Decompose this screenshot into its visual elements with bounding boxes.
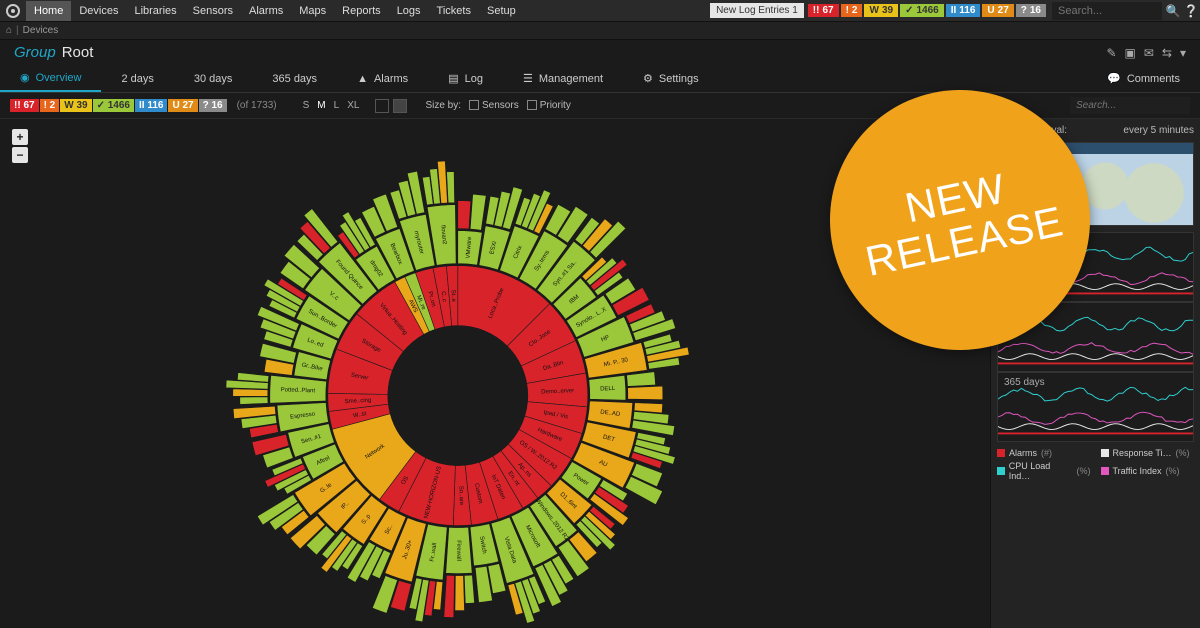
tab-alarms[interactable]: ▲Alarms bbox=[337, 65, 428, 92]
nav-item-sensors[interactable]: Sensors bbox=[185, 1, 241, 21]
tab-overview[interactable]: ◉Overview bbox=[0, 65, 101, 92]
filter-chip[interactable]: ✓ 1466 bbox=[93, 99, 134, 112]
nav-item-setup[interactable]: Setup bbox=[479, 1, 524, 21]
filter-chip[interactable]: ? 16 bbox=[199, 99, 227, 112]
edit-icon[interactable]: ✎ bbox=[1106, 46, 1116, 60]
map-label-europe: EUROPE bbox=[1124, 169, 1158, 178]
status-pill[interactable]: !2 bbox=[841, 4, 863, 17]
new-log-entries-button[interactable]: New Log Entries 1 bbox=[710, 3, 804, 18]
share-icon[interactable]: ⇆ bbox=[1162, 46, 1172, 60]
legend-item: Alarms(#) bbox=[997, 448, 1091, 458]
nav-item-devices[interactable]: Devices bbox=[71, 1, 126, 21]
tab-30-days[interactable]: 30 days bbox=[174, 65, 253, 92]
mail-icon[interactable]: ✉ bbox=[1144, 46, 1154, 60]
svg-text:Firewall: Firewall bbox=[455, 540, 461, 561]
refresh-icon[interactable]: ▣ bbox=[1125, 46, 1136, 60]
size-by-group: Size by: Sensors Priority bbox=[425, 100, 570, 111]
group-label: Group bbox=[14, 44, 56, 61]
sizeby-priority-checkbox[interactable]: Priority bbox=[527, 100, 571, 111]
filter-chip[interactable]: !! 67 bbox=[10, 99, 39, 112]
filter-search-input[interactable] bbox=[1070, 97, 1190, 114]
svg-text:St..e: St..e bbox=[450, 289, 457, 302]
global-search-input[interactable] bbox=[1052, 2, 1162, 20]
legend-item: Response Ti…(%) bbox=[1101, 448, 1195, 458]
size-buttons: SMLXL bbox=[299, 100, 364, 111]
nav-item-home[interactable]: Home bbox=[26, 1, 71, 21]
menu-icon[interactable]: ▾ bbox=[1180, 46, 1186, 60]
filter-chip[interactable]: W 39 bbox=[60, 99, 91, 112]
status-pills: !!67!2W39✓1466II116U27?16 bbox=[808, 4, 1046, 17]
nav-item-logs[interactable]: Logs bbox=[389, 1, 429, 21]
top-nav: HomeDevicesLibrariesSensorsAlarmsMapsRep… bbox=[0, 0, 1200, 22]
sensor-total: (of 1733) bbox=[237, 100, 277, 111]
title-bar: Group Root ✎ ▣ ✉ ⇆ ▾ bbox=[0, 40, 1200, 65]
filter-chip[interactable]: ! 2 bbox=[40, 99, 60, 112]
tab-bar: ◉Overview2 days30 days365 days▲Alarms▤Lo… bbox=[0, 65, 1200, 93]
crumb-current[interactable]: Devices bbox=[23, 25, 59, 36]
size-m-button[interactable]: M bbox=[313, 98, 329, 113]
size-by-label: Size by: bbox=[425, 100, 461, 111]
view-list-icon[interactable] bbox=[375, 99, 389, 113]
size-l-button[interactable]: L bbox=[330, 98, 344, 113]
breadcrumb: ⌂ | Devices bbox=[0, 22, 1200, 40]
tab-log[interactable]: ▤Log bbox=[428, 65, 503, 92]
nav-item-tickets[interactable]: Tickets bbox=[429, 1, 479, 21]
nav-item-reports[interactable]: Reports bbox=[334, 1, 389, 21]
sunburst-chart[interactable]: Loca..ProbeClo..JoseDa..BlinDemo..erverI… bbox=[148, 126, 768, 628]
nav-item-libraries[interactable]: Libraries bbox=[126, 1, 184, 21]
interval-value: every 5 minutes bbox=[1123, 125, 1194, 136]
home-crumb-icon[interactable]: ⌂ bbox=[6, 25, 12, 36]
filter-chip[interactable]: II 116 bbox=[135, 99, 167, 112]
zoom-control: + − bbox=[12, 129, 28, 165]
chart-legend: Alarms(#) Response Ti…(%) CPU Load Ind…(%)… bbox=[997, 448, 1194, 481]
sizeby-sensors-checkbox[interactable]: Sensors bbox=[469, 100, 519, 111]
svg-text:DELL: DELL bbox=[600, 386, 616, 393]
status-pill[interactable]: W39 bbox=[864, 4, 898, 17]
side-chart-365-days[interactable]: 365 days bbox=[997, 372, 1194, 442]
tab-365-days[interactable]: 365 days bbox=[252, 65, 337, 92]
status-pill[interactable]: ?16 bbox=[1016, 4, 1046, 17]
search-icon[interactable]: 🔍 bbox=[1164, 4, 1182, 18]
size-s-button[interactable]: S bbox=[299, 98, 314, 113]
svg-text:Sn..are: Sn..are bbox=[457, 486, 464, 506]
status-pill[interactable]: !!67 bbox=[808, 4, 839, 17]
status-chips: !! 67! 2W 39✓ 1466II 116U 27? 16 bbox=[10, 99, 227, 112]
filter-chip[interactable]: U 27 bbox=[168, 99, 197, 112]
page-title: Root bbox=[62, 44, 94, 61]
svg-text:Potted..Plant: Potted..Plant bbox=[281, 387, 316, 394]
tab-settings[interactable]: ⚙Settings bbox=[623, 65, 719, 92]
status-pill[interactable]: U27 bbox=[982, 4, 1013, 17]
size-xl-button[interactable]: XL bbox=[343, 98, 363, 113]
status-pill[interactable]: II116 bbox=[946, 4, 981, 17]
zoom-out-button[interactable]: − bbox=[12, 147, 28, 163]
nav-item-maps[interactable]: Maps bbox=[291, 1, 334, 21]
nav-menu: HomeDevicesLibrariesSensorsAlarmsMapsRep… bbox=[26, 1, 524, 21]
brand-logo bbox=[4, 2, 22, 20]
zoom-in-button[interactable]: + bbox=[12, 129, 28, 145]
tab-management[interactable]: ☰Management bbox=[503, 65, 623, 92]
tab-comments[interactable]: 💬Comments bbox=[1087, 65, 1200, 92]
help-icon[interactable]: ❔ bbox=[1182, 4, 1200, 18]
tab-2-days[interactable]: 2 days bbox=[101, 65, 173, 92]
view-sunburst-icon[interactable] bbox=[393, 99, 407, 113]
legend-item: CPU Load Ind…(%) bbox=[997, 461, 1091, 481]
view-switcher bbox=[375, 99, 407, 113]
map-pin[interactable] bbox=[1117, 176, 1127, 186]
legend-item: Traffic Index(%) bbox=[1101, 461, 1195, 481]
status-pill[interactable]: ✓1466 bbox=[900, 4, 944, 17]
nav-item-alarms[interactable]: Alarms bbox=[241, 1, 291, 21]
